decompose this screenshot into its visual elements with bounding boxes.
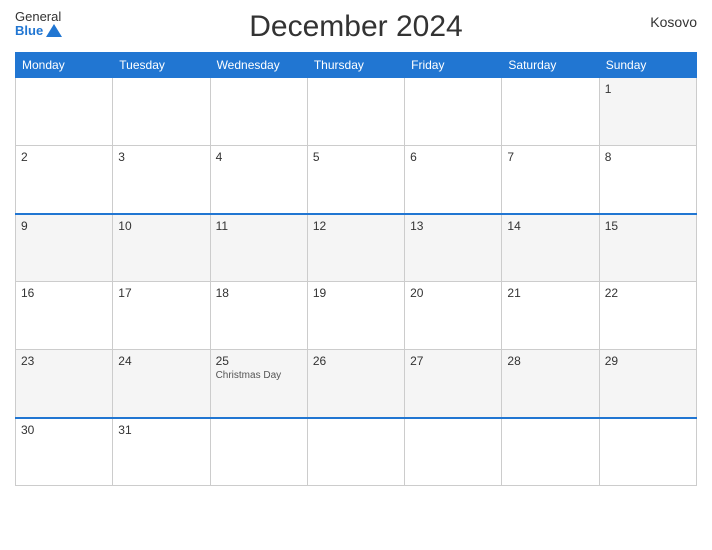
calendar-week-row: 30 31 <box>16 418 697 486</box>
calendar-week-row: 23 24 25 Christmas Day 26 27 28 29 <box>16 350 697 418</box>
day-number: 2 <box>21 150 107 164</box>
calendar-day-cell: 26 <box>307 350 404 418</box>
calendar-day-cell: 31 <box>113 418 210 486</box>
day-number: 12 <box>313 219 399 233</box>
calendar-table: Monday Tuesday Wednesday Thursday Friday… <box>15 52 697 486</box>
logo: General Blue <box>15 10 62 39</box>
calendar-day-cell <box>210 78 307 146</box>
calendar-day-cell: 16 <box>16 282 113 350</box>
day-number: 6 <box>410 150 496 164</box>
calendar-day-cell: 20 <box>405 282 502 350</box>
logo-triangle-icon <box>46 24 62 37</box>
calendar-day-cell: 24 <box>113 350 210 418</box>
calendar-day-cell: 9 <box>16 214 113 282</box>
logo-blue-text: Blue <box>15 24 62 38</box>
col-wednesday: Wednesday <box>210 53 307 78</box>
col-sunday: Sunday <box>599 53 696 78</box>
calendar-header-row: Monday Tuesday Wednesday Thursday Friday… <box>16 53 697 78</box>
calendar-day-cell: 6 <box>405 146 502 214</box>
calendar-day-cell: 30 <box>16 418 113 486</box>
calendar-day-cell <box>307 418 404 486</box>
day-number: 18 <box>216 286 302 300</box>
day-number: 30 <box>21 423 107 437</box>
day-number: 1 <box>605 82 691 96</box>
calendar-week-row: 16 17 18 19 20 21 22 <box>16 282 697 350</box>
col-thursday: Thursday <box>307 53 404 78</box>
day-number: 17 <box>118 286 204 300</box>
day-number: 24 <box>118 354 204 368</box>
calendar-day-cell: 1 <box>599 78 696 146</box>
calendar-day-cell <box>599 418 696 486</box>
calendar-day-cell: 29 <box>599 350 696 418</box>
calendar-day-cell: 4 <box>210 146 307 214</box>
calendar-day-cell: 17 <box>113 282 210 350</box>
calendar-day-cell: 11 <box>210 214 307 282</box>
day-number: 22 <box>605 286 691 300</box>
day-number: 28 <box>507 354 593 368</box>
calendar-day-cell: 5 <box>307 146 404 214</box>
day-number: 20 <box>410 286 496 300</box>
day-number: 29 <box>605 354 691 368</box>
calendar-day-cell: 27 <box>405 350 502 418</box>
day-number: 10 <box>118 219 204 233</box>
calendar-day-cell: 15 <box>599 214 696 282</box>
day-number: 7 <box>507 150 593 164</box>
day-number: 15 <box>605 219 691 233</box>
calendar-day-cell: 25 Christmas Day <box>210 350 307 418</box>
calendar-day-cell: 23 <box>16 350 113 418</box>
day-number: 3 <box>118 150 204 164</box>
calendar-day-cell: 18 <box>210 282 307 350</box>
calendar-day-cell: 19 <box>307 282 404 350</box>
calendar-day-cell: 12 <box>307 214 404 282</box>
day-number: 25 <box>216 354 302 368</box>
calendar-week-row: 1 <box>16 78 697 146</box>
holiday-label: Christmas Day <box>216 370 302 381</box>
calendar-day-cell <box>405 78 502 146</box>
day-number: 4 <box>216 150 302 164</box>
country-label: Kosovo <box>650 14 697 30</box>
day-number: 14 <box>507 219 593 233</box>
calendar-day-cell <box>210 418 307 486</box>
day-number: 26 <box>313 354 399 368</box>
calendar-day-cell: 7 <box>502 146 599 214</box>
calendar-day-cell: 8 <box>599 146 696 214</box>
calendar-day-cell <box>502 78 599 146</box>
day-number: 8 <box>605 150 691 164</box>
calendar-day-cell: 3 <box>113 146 210 214</box>
header: General Blue December 2024 Kosovo <box>15 10 697 44</box>
day-number: 23 <box>21 354 107 368</box>
col-monday: Monday <box>16 53 113 78</box>
calendar-week-row: 9 10 11 12 13 14 15 <box>16 214 697 282</box>
col-friday: Friday <box>405 53 502 78</box>
logo-general-text: General <box>15 10 61 24</box>
calendar-day-cell: 13 <box>405 214 502 282</box>
day-number: 31 <box>118 423 204 437</box>
calendar-day-cell: 22 <box>599 282 696 350</box>
calendar-title: December 2024 <box>249 10 462 44</box>
calendar-day-cell <box>502 418 599 486</box>
day-number: 16 <box>21 286 107 300</box>
day-number: 11 <box>216 219 302 233</box>
day-number: 27 <box>410 354 496 368</box>
calendar-week-row: 2345678 <box>16 146 697 214</box>
calendar-day-cell: 14 <box>502 214 599 282</box>
day-number: 19 <box>313 286 399 300</box>
day-number: 13 <box>410 219 496 233</box>
calendar-day-cell <box>405 418 502 486</box>
col-saturday: Saturday <box>502 53 599 78</box>
calendar-day-cell <box>307 78 404 146</box>
calendar-day-cell <box>16 78 113 146</box>
calendar-day-cell <box>113 78 210 146</box>
calendar-page: General Blue December 2024 Kosovo Monday… <box>0 0 712 550</box>
day-number: 9 <box>21 219 107 233</box>
col-tuesday: Tuesday <box>113 53 210 78</box>
day-number: 21 <box>507 286 593 300</box>
calendar-day-cell: 2 <box>16 146 113 214</box>
calendar-day-cell: 10 <box>113 214 210 282</box>
day-number: 5 <box>313 150 399 164</box>
calendar-day-cell: 28 <box>502 350 599 418</box>
calendar-day-cell: 21 <box>502 282 599 350</box>
